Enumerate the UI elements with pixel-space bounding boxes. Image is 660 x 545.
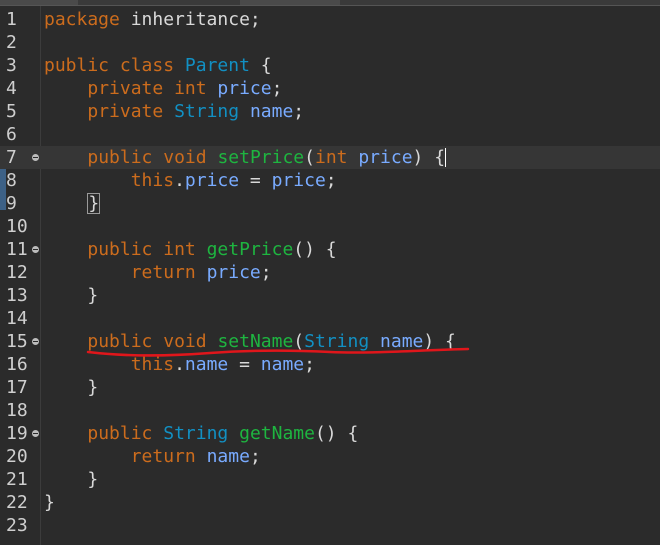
red-underline-annotation	[86, 347, 470, 357]
red-scribble-stroke	[86, 347, 470, 357]
